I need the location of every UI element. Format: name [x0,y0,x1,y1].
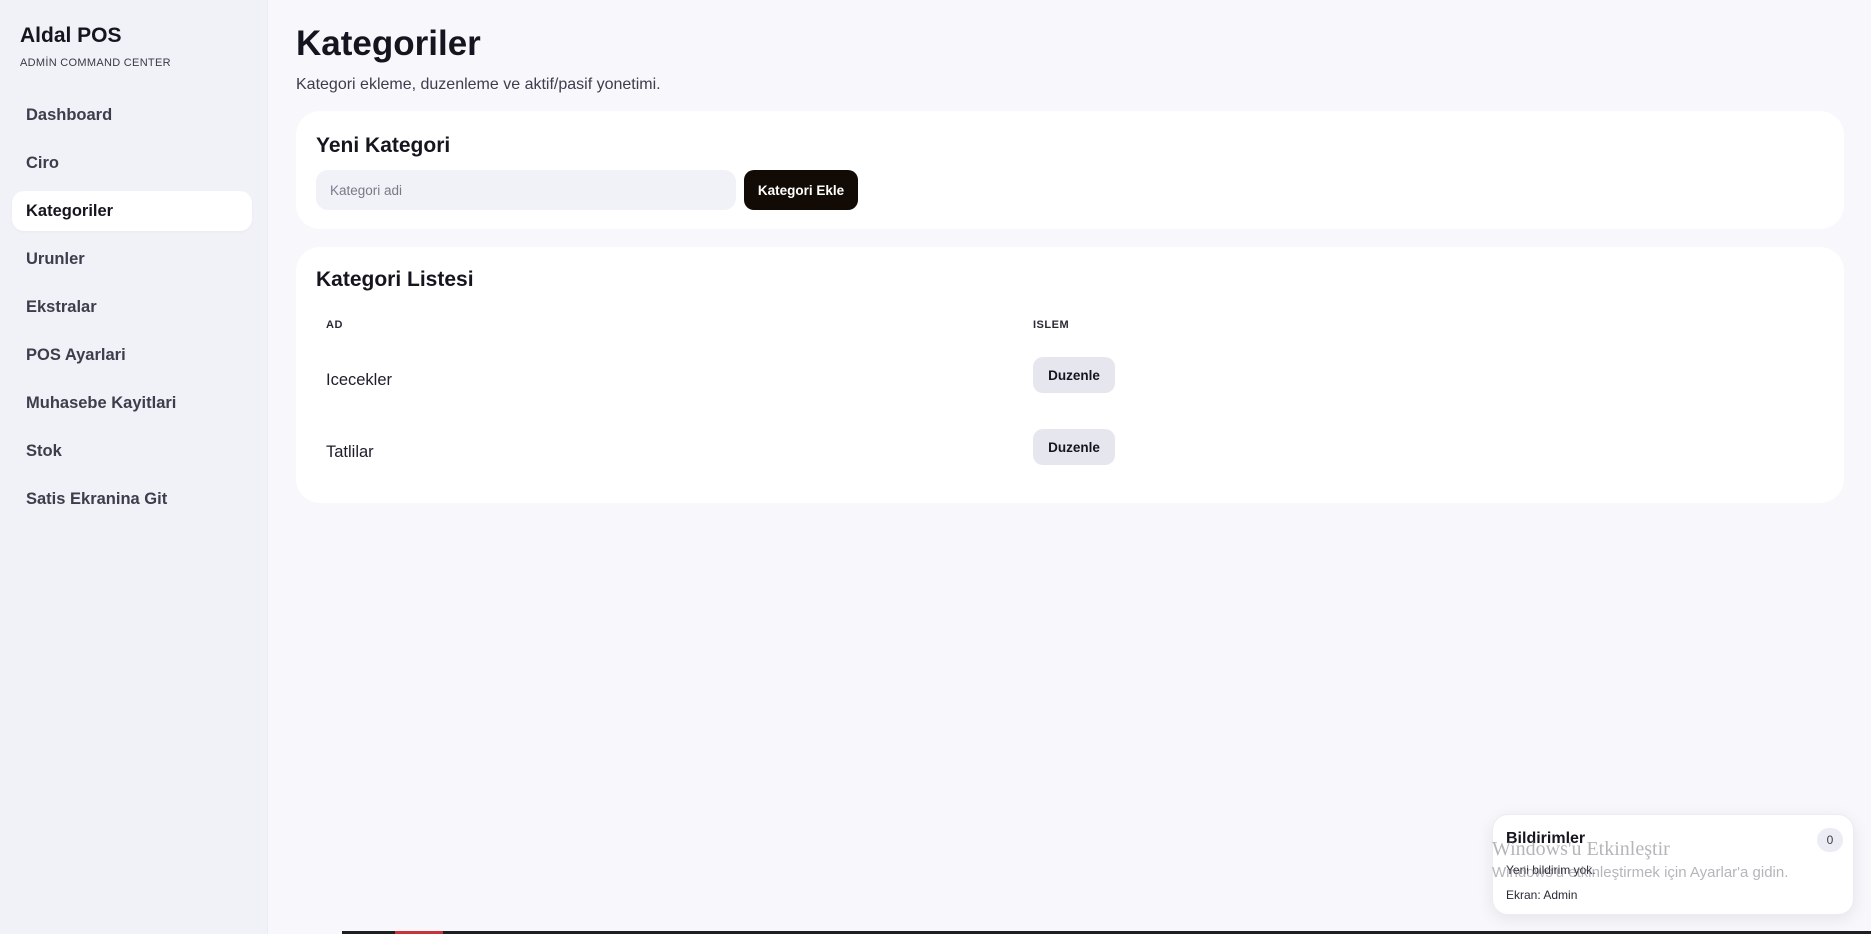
edit-button[interactable]: Duzenle [1033,429,1115,465]
category-name-cell: Icecekler [326,371,393,389]
column-header-action: ISLEM [1033,319,1070,331]
new-category-title: Yeni Kategori [316,134,451,157]
new-category-card: Yeni Kategori Kategori Ekle [296,111,1844,229]
sidebar-item-ciro[interactable]: Ciro [12,143,252,183]
category-list-card: Kategori Listesi AD ISLEM Icecekler Duze… [296,247,1844,503]
sidebar-nav: Dashboard Ciro Kategoriler Urunler Ekstr… [12,95,252,527]
sidebar-item-urunler[interactable]: Urunler [12,239,252,279]
edit-button[interactable]: Duzenle [1033,357,1115,393]
add-category-button[interactable]: Kategori Ekle [744,170,858,210]
category-name-input[interactable] [316,170,736,210]
sidebar-item-ekstralar[interactable]: Ekstralar [12,287,252,327]
category-name-cell: Tatlilar [326,443,374,461]
sidebar-item-muhasebe-kayitlari[interactable]: Muhasebe Kayitlari [12,383,252,423]
table-row: Tatlilar Duzenle [296,423,1844,483]
page-title: Kategoriler [296,24,481,63]
brand-title: Aldal POS [20,24,122,47]
sidebar-item-pos-ayarlari[interactable]: POS Ayarlari [12,335,252,375]
activation-watermark-title: Windows'u Etkinleştir [1492,838,1670,860]
notifications-count-badge: 0 [1817,828,1843,852]
sidebar-item-satis-ekranina-git[interactable]: Satis Ekranina Git [12,479,252,519]
sidebar-item-kategoriler[interactable]: Kategoriler [12,191,252,231]
brand-subtitle: ADMİN COMMAND CENTER [20,57,171,69]
notifications-screen-text: Ekran: Admin [1506,888,1578,902]
category-list-title: Kategori Listesi [316,268,474,291]
sidebar-item-stok[interactable]: Stok [12,431,252,471]
sidebar-item-dashboard[interactable]: Dashboard [12,95,252,135]
page-subtitle: Kategori ekleme, duzenleme ve aktif/pasi… [296,76,661,93]
activation-watermark-subtitle: Windows'u etkinleştirmek için Ayarlar'a … [1492,864,1789,881]
table-row: Icecekler Duzenle [296,351,1844,411]
sidebar: Aldal POS ADMİN COMMAND CENTER Dashboard… [0,0,268,934]
column-header-name: AD [326,319,343,331]
